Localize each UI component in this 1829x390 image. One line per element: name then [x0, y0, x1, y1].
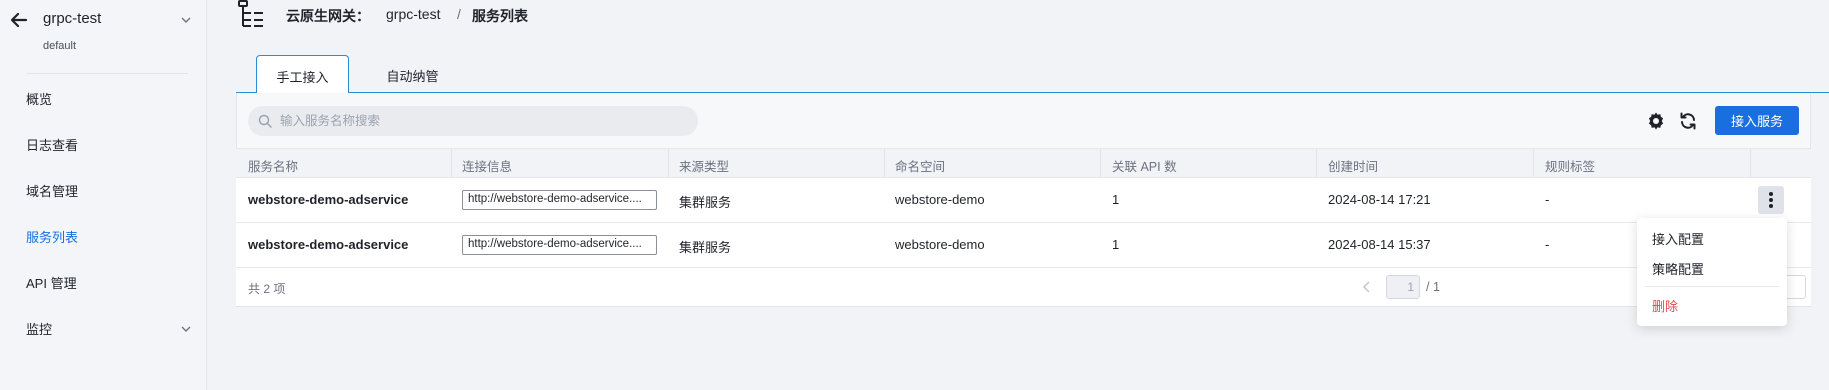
- service-tree-icon: [238, 0, 263, 27]
- table-row[interactable]: webstore-demo-adservice http://webstore-…: [236, 223, 1811, 268]
- sidebar-item-label: 概览: [26, 92, 53, 107]
- tab-auto[interactable]: 自动纳管: [366, 55, 459, 93]
- column-header: 命名空间: [895, 160, 946, 174]
- more-vertical-icon: [1769, 198, 1773, 202]
- column-divider[interactable]: [451, 149, 452, 177]
- namespace: webstore-demo: [895, 237, 985, 252]
- tab-label: 自动纳管: [386, 69, 439, 84]
- breadcrumb-gateway[interactable]: grpc-test: [386, 6, 440, 22]
- api-count: 1: [1112, 237, 1120, 252]
- column-header: 创建时间: [1328, 160, 1379, 174]
- sidebar-item-services[interactable]: 服务列表: [0, 218, 207, 254]
- column-divider[interactable]: [1750, 149, 1751, 177]
- table-row[interactable]: webstore-demo-adservice http://webstore-…: [236, 178, 1811, 223]
- chevron-down-icon[interactable]: [180, 323, 192, 335]
- sidebar-item-api[interactable]: API 管理: [0, 264, 207, 300]
- row-actions-menu: 接入配置 策略配置 删除: [1637, 218, 1787, 326]
- chevron-down-icon[interactable]: [180, 14, 192, 26]
- column-divider[interactable]: [1316, 149, 1317, 177]
- column-divider[interactable]: [884, 149, 885, 177]
- search-input[interactable]: [280, 106, 680, 136]
- table-footer: 共 2 项 1 / 1: [236, 268, 1811, 307]
- column-header: 服务名称: [248, 160, 299, 174]
- sidebar-item-domains[interactable]: 域名管理: [0, 172, 207, 208]
- gear-icon[interactable]: [1646, 111, 1666, 131]
- breadcrumb-separator: /: [457, 6, 461, 22]
- search-icon: [258, 114, 272, 128]
- rule-tags: -: [1545, 237, 1550, 252]
- sidebar-item-label: API 管理: [26, 276, 77, 291]
- tab-label: 手工接入: [276, 70, 329, 85]
- table-header: 服务名称 连接信息 来源类型 命名空间 关联 API 数 创建时间 规则标签: [236, 148, 1811, 178]
- sidebar-item-label: 监控: [26, 322, 53, 337]
- api-count: 1: [1112, 192, 1120, 207]
- sidebar-item-label: 日志查看: [26, 138, 79, 153]
- sidebar: grpc-test default 概览 日志查看 域名管理 服务列表 API …: [0, 0, 207, 390]
- menu-item-policy-config[interactable]: 策略配置: [1652, 259, 1704, 278]
- column-divider[interactable]: [668, 149, 669, 177]
- page-input[interactable]: 1: [1386, 275, 1420, 299]
- add-service-button[interactable]: 接入服务: [1715, 106, 1799, 135]
- sidebar-item-label: 域名管理: [26, 184, 79, 199]
- more-vertical-icon: [1769, 192, 1773, 196]
- more-vertical-icon: [1769, 204, 1773, 208]
- column-divider[interactable]: [1100, 149, 1101, 177]
- page-total: / 1: [1426, 280, 1440, 294]
- gateway-name[interactable]: grpc-test: [43, 10, 101, 27]
- sidebar-item-logs[interactable]: 日志查看: [0, 126, 207, 162]
- source-type: 集群服务: [679, 240, 732, 255]
- back-arrow-icon[interactable]: [8, 9, 30, 31]
- total-count: 共 2 项: [248, 282, 286, 296]
- sidebar-item-monitoring[interactable]: 监控: [0, 310, 207, 346]
- column-header: 关联 API 数: [1112, 160, 1177, 174]
- namespace: webstore-demo: [895, 192, 985, 207]
- column-header: 规则标签: [1545, 160, 1596, 174]
- tab-manual[interactable]: 手工接入: [256, 55, 349, 93]
- created-time: 2024-08-14 15:37: [1328, 237, 1431, 252]
- service-name[interactable]: webstore-demo-adservice: [248, 192, 408, 207]
- created-time: 2024-08-14 17:21: [1328, 192, 1431, 207]
- refresh-icon[interactable]: [1678, 111, 1698, 131]
- connection-info[interactable]: http://webstore-demo-adservice....: [462, 190, 657, 210]
- menu-item-delete[interactable]: 删除: [1652, 296, 1678, 315]
- breadcrumb-current: 服务列表: [472, 8, 528, 24]
- menu-item-access-config[interactable]: 接入配置: [1652, 229, 1704, 248]
- search-box[interactable]: [248, 106, 698, 136]
- sidebar-item-overview[interactable]: 概览: [0, 80, 207, 116]
- service-name[interactable]: webstore-demo-adservice: [248, 237, 408, 252]
- connection-info[interactable]: http://webstore-demo-adservice....: [462, 235, 657, 255]
- source-type: 集群服务: [679, 195, 732, 210]
- chevron-left-icon[interactable]: [1360, 280, 1374, 294]
- column-header: 连接信息: [462, 160, 513, 174]
- column-header: 来源类型: [679, 160, 730, 174]
- menu-divider: [1645, 286, 1779, 287]
- sidebar-item-label: 服务列表: [26, 230, 79, 245]
- row-actions-button[interactable]: [1758, 186, 1784, 214]
- column-divider[interactable]: [1533, 149, 1534, 177]
- rule-tags: -: [1545, 192, 1550, 207]
- gateway-namespace: default: [43, 40, 77, 52]
- sidebar-divider: [26, 73, 188, 74]
- breadcrumb-root: 云原生网关：: [286, 8, 370, 24]
